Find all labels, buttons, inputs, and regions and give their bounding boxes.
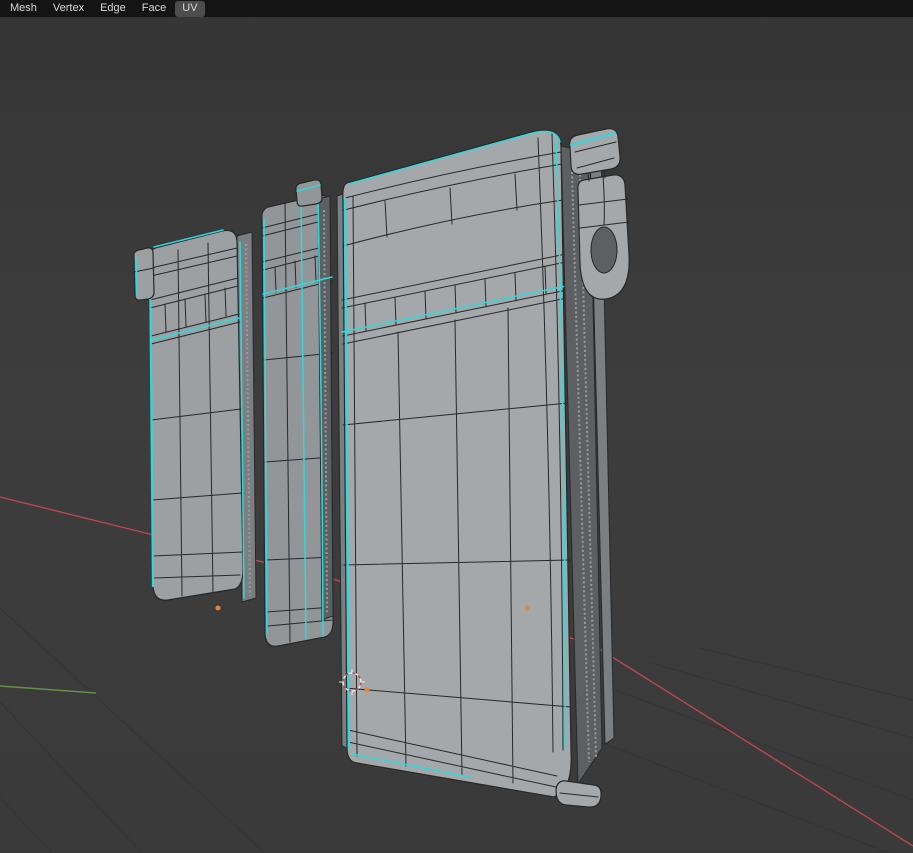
panel-middle[interactable] (262, 180, 334, 646)
viewport-3d[interactable] (0, 0, 913, 853)
menu-vertex[interactable]: Vertex (46, 1, 91, 17)
menu-face[interactable]: Face (135, 1, 173, 17)
panel-left-tab-seam (136, 258, 137, 295)
menu-mesh[interactable]: Mesh (3, 1, 44, 17)
origin-dot (216, 606, 221, 611)
panel-middle-zipper-stop[interactable] (296, 180, 322, 206)
zipper-bottom-stop[interactable] (556, 781, 601, 807)
menu-edge[interactable]: Edge (93, 1, 133, 17)
origin-dot (525, 606, 530, 611)
panel-left-face[interactable] (149, 230, 243, 600)
panel-left[interactable] (134, 230, 256, 602)
panel-front[interactable] (337, 130, 571, 797)
menubar: Mesh Vertex Edge Face UV (0, 0, 913, 17)
menu-uv[interactable]: UV (175, 1, 204, 17)
zipper-pull-hole (591, 227, 617, 273)
origin-dot (365, 688, 370, 693)
blender-window: Mesh Vertex Edge Face UV (0, 0, 913, 853)
viewport-canvas[interactable] (0, 0, 913, 853)
